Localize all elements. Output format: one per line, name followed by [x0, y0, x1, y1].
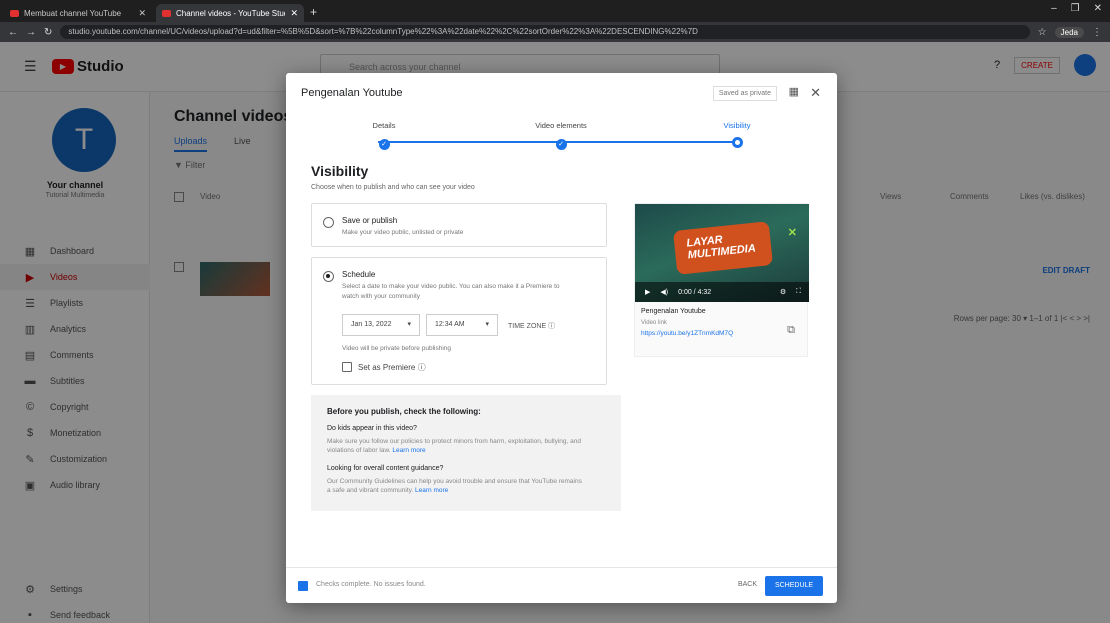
publish-checklist: Before you publish, check the following:… — [311, 395, 621, 511]
dialog-footer: Checks complete. No issues found. BACK S… — [286, 567, 837, 603]
tab-label: Membuat channel YouTube — [24, 8, 122, 18]
video-preview-card: LAYAR MULTIMEDIA ✕ ▶ ◀) 0:00 / 4:32 ⚙ ⛶ P… — [634, 203, 809, 357]
save-or-publish-option[interactable]: Save or publish Make your video public, … — [311, 203, 607, 247]
video-player[interactable]: LAYAR MULTIMEDIA ✕ ▶ ◀) 0:00 / 4:32 ⚙ ⛶ — [635, 204, 809, 302]
back-icon[interactable]: ← — [8, 27, 18, 38]
browser-tab[interactable]: Membuat channel YouTube ✕ — [4, 4, 152, 22]
upload-stepper: Details ✓ Video elements ✓ Visibility — [286, 119, 837, 159]
minimize-icon[interactable]: – — [1051, 3, 1057, 14]
step-video-elements[interactable]: Video elements ✓ — [501, 121, 621, 150]
feedback-icon[interactable]: ▦ — [789, 85, 799, 98]
profile-button[interactable]: Jeda — [1054, 26, 1084, 38]
save-or-publish-radio[interactable] — [323, 217, 334, 228]
option-description: Select a date to make your video public.… — [342, 283, 560, 300]
url-field[interactable]: studio.youtube.com/channel/UC/videos/upl… — [60, 25, 1030, 39]
timezone-text: TIME ZONE — [508, 323, 547, 330]
extension-icon[interactable]: ☆ — [1038, 27, 1047, 38]
timezone-label: TIME ZONE ⓘ — [508, 321, 555, 331]
youtube-favicon-icon — [10, 9, 19, 17]
time-display: 0:00 / 4:32 — [678, 288, 712, 296]
option-title: Schedule — [342, 270, 376, 279]
learn-more-link[interactable]: Learn more — [392, 447, 425, 454]
step-label: Details — [372, 121, 396, 130]
upload-status: Checks complete. No issues found. — [316, 581, 426, 588]
maximize-icon[interactable]: ❐ — [1071, 3, 1080, 14]
step-label: Video elements — [535, 121, 587, 130]
dropdown-arrow-icon: ▾ — [485, 321, 489, 328]
video-link-label: Video link — [641, 320, 667, 326]
upload-dialog: Pengenalan Youtube Saved as private ▦ ✕ … — [286, 73, 837, 603]
copy-icon[interactable]: ⧉ — [787, 324, 795, 337]
schedule-option[interactable]: Schedule Select a date to make your vide… — [311, 257, 607, 385]
schedule-radio[interactable] — [323, 271, 334, 282]
reload-icon[interactable]: ↻ — [44, 27, 52, 38]
schedule-note: Video will be private before publishing — [342, 345, 452, 352]
checks-complete-icon — [298, 581, 308, 591]
checklist-question: Do kids appear in this video? — [327, 425, 417, 432]
sparkle-icon: ✕ — [787, 227, 797, 239]
checkmark-icon: ✓ — [555, 139, 567, 150]
learn-more-link[interactable]: Learn more — [415, 487, 448, 494]
volume-icon[interactable]: ◀) — [660, 288, 668, 296]
option-title: Save or publish — [342, 216, 398, 225]
player-controls: ▶ ◀) 0:00 / 4:32 ⚙ ⛶ — [635, 282, 809, 302]
browser-tab-active[interactable]: Channel videos - YouTube Studio ✕ — [156, 4, 304, 22]
forward-icon[interactable]: → — [26, 27, 36, 38]
checklist-text: Our Community Guidelines can help you av… — [327, 477, 587, 495]
checklist-text: Make sure you follow our policies to pro… — [327, 437, 587, 455]
current-step-icon — [731, 137, 743, 148]
option-description: Make your video public, unlisted or priv… — [342, 229, 464, 236]
premiere-checkbox[interactable] — [342, 362, 352, 372]
close-icon[interactable]: ✕ — [290, 8, 298, 19]
settings-icon[interactable]: ⚙ — [780, 288, 786, 296]
browser-menu-icon[interactable]: ⋮ — [1092, 27, 1102, 38]
step-visibility[interactable]: Visibility — [677, 121, 797, 151]
section-subtitle: Choose when to publish and who can see y… — [311, 184, 475, 191]
time-select[interactable]: 12:34 AM ▾ — [426, 314, 498, 336]
dropdown-arrow-icon: ▾ — [407, 321, 411, 328]
tab-label: Channel videos - YouTube Studio — [176, 8, 286, 18]
window-controls: – ❐ ✕ — [1051, 3, 1102, 14]
premiere-text: Set as Premiere — [358, 363, 416, 372]
info-icon[interactable]: ⓘ — [418, 363, 426, 372]
checklist-heading: Before you publish, check the following: — [327, 407, 481, 416]
saved-status-badge: Saved as private — [712, 86, 777, 101]
date-value: Jan 13, 2022 — [351, 321, 392, 328]
fullscreen-icon[interactable]: ⛶ — [796, 288, 801, 296]
video-link[interactable]: https://youtu.be/y1ZTnmKdM7Q — [641, 330, 733, 337]
dialog-title: Pengenalan Youtube — [301, 87, 403, 99]
address-bar: ← → ↻ studio.youtube.com/channel/UC/vide… — [0, 22, 1110, 42]
play-icon[interactable]: ▶ — [645, 288, 650, 296]
close-dialog-icon[interactable]: ✕ — [810, 85, 821, 101]
date-select[interactable]: Jan 13, 2022 ▾ — [342, 314, 420, 336]
step-label: Visibility — [723, 121, 751, 130]
section-title: Visibility — [311, 163, 369, 179]
new-tab-icon[interactable]: + — [310, 4, 317, 22]
info-icon[interactable]: ⓘ — [548, 323, 555, 330]
checklist-body: Our Community Guidelines can help you av… — [327, 478, 582, 494]
time-value: 12:34 AM — [435, 321, 465, 328]
back-button[interactable]: BACK — [738, 581, 757, 588]
schedule-button[interactable]: SCHEDULE — [765, 576, 823, 596]
browser-tabbar: Membuat channel YouTube ✕ Channel videos… — [0, 0, 1110, 22]
close-window-icon[interactable]: ✕ — [1094, 3, 1102, 14]
checklist-question: Looking for overall content guidance? — [327, 465, 444, 472]
checkmark-icon: ✓ — [378, 139, 390, 150]
youtube-studio-favicon-icon — [162, 9, 171, 17]
premiere-label: Set as Premiere ⓘ — [358, 362, 426, 373]
preview-title: Pengenalan Youtube — [641, 308, 706, 315]
checklist-body: Make sure you follow our policies to pro… — [327, 438, 581, 454]
close-icon[interactable]: ✕ — [138, 8, 146, 19]
step-details[interactable]: Details ✓ — [324, 121, 444, 150]
